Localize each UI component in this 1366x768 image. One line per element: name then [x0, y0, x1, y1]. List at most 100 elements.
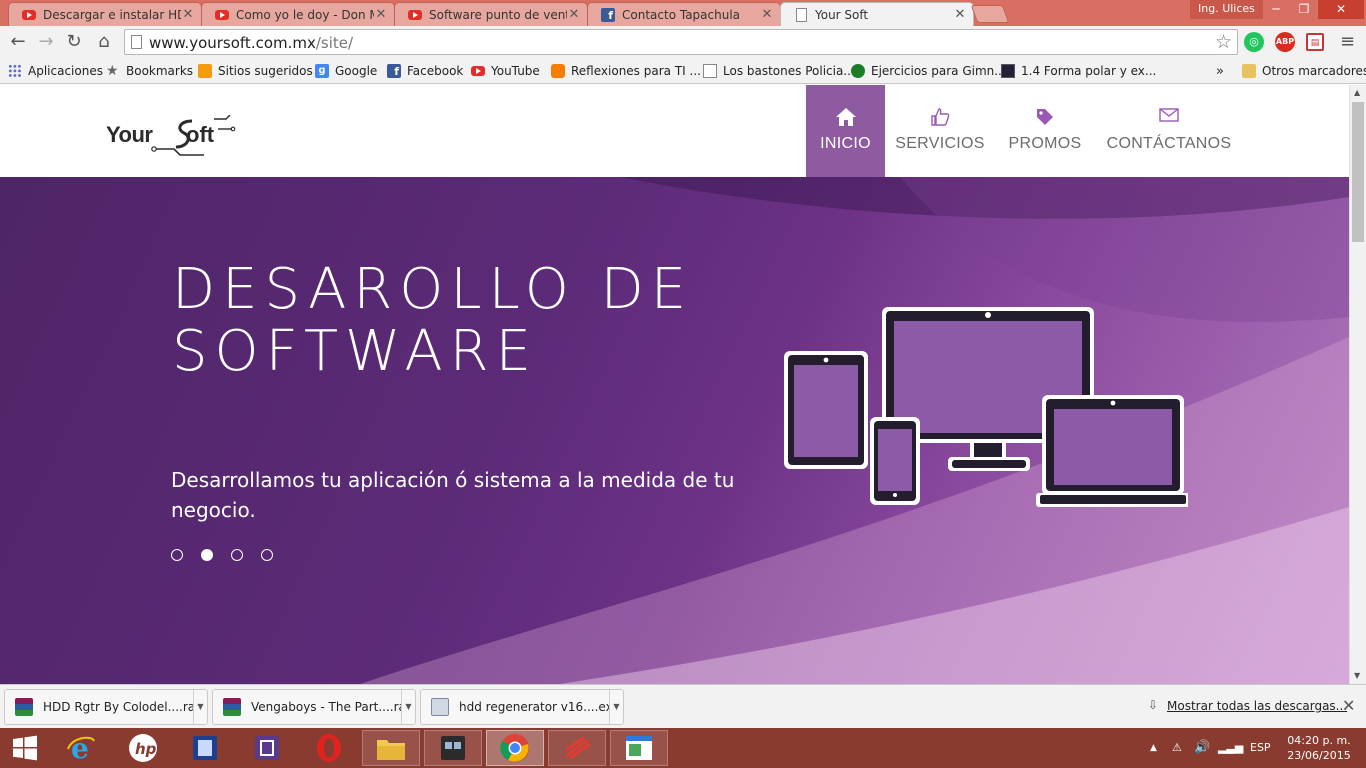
close-tab-icon[interactable]: ✕ [567, 7, 581, 22]
bookmark-bookmarks[interactable]: ★ Bookmarks [106, 62, 193, 80]
star-icon: ★ [106, 63, 119, 79]
suggested-sites-icon [198, 64, 212, 78]
slider-dot-active[interactable] [201, 549, 213, 561]
app-icon[interactable] [176, 730, 234, 766]
apps-grid-icon [8, 64, 22, 78]
language-indicator[interactable]: ESP [1250, 728, 1271, 768]
adblock-plus-icon[interactable]: ABP [1275, 32, 1295, 52]
tag-icon [1003, 107, 1087, 129]
close-tab-icon[interactable]: ✕ [953, 7, 967, 22]
show-all-downloads-link[interactable]: Mostrar todas las descargas... [1167, 699, 1347, 713]
youtube-icon [21, 7, 37, 23]
bookmarks-overflow[interactable]: » [1216, 62, 1224, 80]
opera-icon[interactable] [300, 730, 358, 766]
bookmark-reflexiones[interactable]: Reflexiones para TI ... [551, 62, 701, 80]
browser-tab[interactable]: Software punto de venta ✕ [394, 2, 588, 26]
youtube-icon [471, 64, 485, 78]
slider-dot[interactable] [261, 549, 273, 561]
url-text[interactable]: www.yoursoft.com.mx/site/ [149, 34, 353, 52]
maximize-icon[interactable]: ❐ [1290, 0, 1318, 19]
chevron-down-icon[interactable]: ▼ [401, 690, 415, 724]
close-tab-icon[interactable]: ✕ [181, 7, 195, 22]
hero-title: DESAROLLO DE SOFTWARE [172, 257, 694, 384]
bookmark-star-icon[interactable]: ☆ [1215, 31, 1232, 53]
scroll-up-icon[interactable]: ▲ [1354, 88, 1360, 97]
internet-explorer-icon[interactable]: e [52, 730, 110, 766]
media-icon[interactable] [238, 730, 296, 766]
nav-promos[interactable]: PROMOS [1003, 85, 1087, 177]
web-page: Your oft INICIO SERVICIOS PROMOS CONTÁCT… [0, 85, 1349, 684]
slider-dots [171, 549, 273, 561]
home-icon [806, 107, 885, 129]
other-bookmarks[interactable]: Otros marcadores [1242, 62, 1366, 80]
youtube-icon [214, 7, 230, 23]
close-tab-icon[interactable]: ✕ [374, 7, 388, 22]
chevron-down-icon[interactable]: ▼ [193, 690, 207, 724]
windows-start-icon[interactable] [0, 730, 50, 766]
extension-green-icon[interactable]: ◎ [1244, 32, 1264, 52]
home-icon[interactable]: ⌂ [92, 30, 116, 54]
hero-subtitle: Desarrollamos tu aplicación ó sistema a … [171, 468, 735, 522]
site-header: Your oft INICIO SERVICIOS PROMOS CONTÁCT… [0, 85, 1349, 177]
video-thumb-icon [1001, 64, 1015, 78]
scroll-down-icon[interactable]: ▼ [1354, 671, 1360, 680]
bookmark-apps[interactable]: Aplicaciones [8, 62, 103, 80]
show-hidden-icons-icon[interactable]: ▲ [1150, 728, 1157, 768]
page-scrollbar[interactable]: ▲ ▼ [1349, 85, 1366, 684]
signal-icon[interactable]: ▂▃▅ [1218, 728, 1243, 768]
page-icon [703, 64, 717, 78]
bookmark-bastones[interactable]: Los bastones Policia... [703, 62, 855, 80]
hp-icon[interactable]: hp [114, 730, 172, 766]
bookmark-forma-polar[interactable]: 1.4 Forma polar y ex... [1001, 62, 1156, 80]
download-item[interactable]: Vengaboys - The Part....rar ▼ [212, 689, 416, 725]
chrome-menu-icon[interactable]: ≡ [1340, 31, 1355, 52]
devices-illustration [784, 307, 1188, 507]
network-warning-icon[interactable]: ⚠ [1172, 728, 1182, 768]
back-arrow-icon[interactable]: ← [6, 30, 30, 54]
close-window-icon[interactable]: ✕ [1318, 0, 1364, 19]
window-icon[interactable] [610, 730, 668, 766]
system-clock[interactable]: 04:20 p. m. 23/06/2015 [1286, 733, 1352, 763]
nav-servicios[interactable]: SERVICIOS [892, 85, 988, 177]
bookmark-google[interactable]: g Google [315, 62, 377, 80]
facebook-icon: f [600, 7, 616, 23]
browser-tab-active[interactable]: Your Soft ✕ [780, 2, 974, 26]
profile-name[interactable]: Ing. Ulices [1190, 0, 1263, 19]
forward-arrow-icon[interactable]: → [34, 30, 58, 54]
yoursoft-logo[interactable]: Your oft [104, 115, 236, 157]
browser-tab[interactable]: Descargar e instalar HDD ✕ [8, 2, 202, 26]
thumbs-up-icon [892, 107, 988, 129]
app-window-icon[interactable] [424, 730, 482, 766]
volume-icon[interactable]: 🔊 [1194, 728, 1210, 768]
minimize-icon[interactable]: ─ [1262, 0, 1290, 19]
pdf-extension-icon[interactable]: ▤ [1306, 33, 1324, 51]
nav-contactanos[interactable]: CONTÁCTANOS [1103, 85, 1235, 177]
chevron-down-icon[interactable]: ▼ [609, 690, 623, 724]
browser-toolbar: ← → ↻ ⌂ www.yoursoft.com.mx/site/ ☆ ◎ AB… [0, 26, 1366, 58]
bookmark-facebook[interactable]: f Facebook [387, 62, 463, 80]
nav-inicio[interactable]: INICIO [806, 85, 885, 177]
new-tab-button[interactable] [970, 5, 1010, 23]
bookmark-suggested[interactable]: Sitios sugeridos [198, 62, 313, 80]
bookmark-youtube[interactable]: YouTube [471, 62, 540, 80]
tab-title: Como yo le doy - Don Mi [236, 7, 374, 22]
browser-tab[interactable]: f Contacto Tapachula ✕ [587, 2, 781, 26]
close-tab-icon[interactable]: ✕ [760, 7, 774, 22]
close-icon[interactable]: ✕ [1342, 696, 1355, 715]
file-explorer-icon[interactable] [362, 730, 420, 766]
slider-dot[interactable] [231, 549, 243, 561]
chrome-icon[interactable] [486, 730, 544, 766]
slider-dot[interactable] [171, 549, 183, 561]
download-item[interactable]: HDD Rgtr By Colodel....rar ▼ [4, 689, 208, 725]
download-item[interactable]: hdd regenerator v16....exe ▼ [420, 689, 624, 725]
svg-text:Your: Your [106, 122, 153, 147]
bookmark-ejercicios[interactable]: Ejercicios para Gimn... [851, 62, 1006, 80]
reload-icon[interactable]: ↻ [62, 30, 86, 54]
browser-tab[interactable]: Como yo le doy - Don Mi ✕ [201, 2, 395, 26]
stack-icon[interactable] [548, 730, 606, 766]
winrar-icon [223, 698, 241, 716]
scrollbar-thumb[interactable] [1352, 102, 1364, 242]
address-bar[interactable]: www.yoursoft.com.mx/site/ ☆ [124, 29, 1238, 55]
download-arrow-icon: ⇩ [1148, 698, 1159, 712]
google-icon: g [315, 64, 329, 78]
